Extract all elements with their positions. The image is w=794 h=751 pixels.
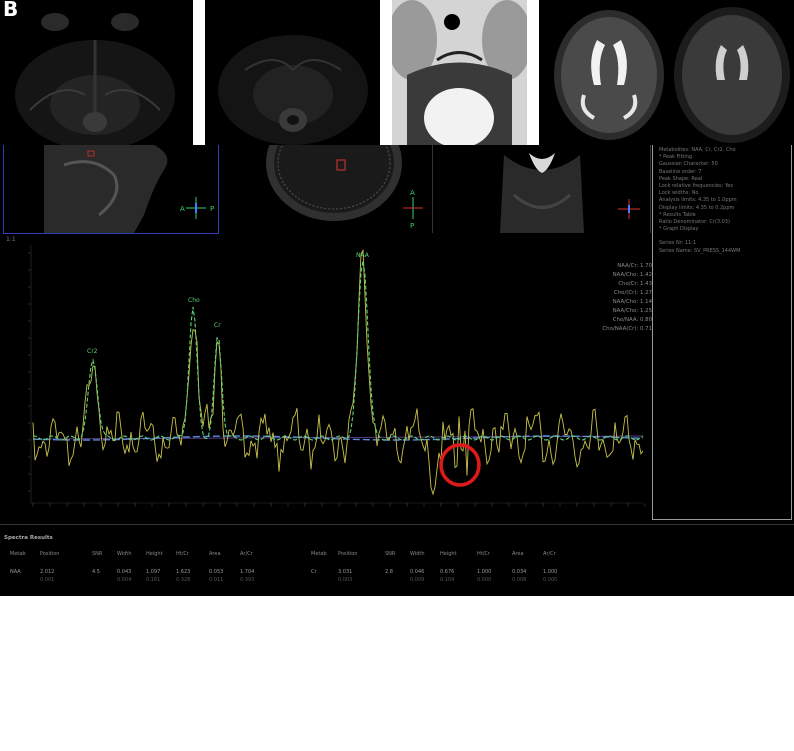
ratio-item: Cho/NAA(Cr): 0.71: [602, 326, 652, 332]
results-cell: 0.004: [117, 577, 132, 583]
info-line: Display limits: 4.35 to 0.2ppm: [659, 204, 735, 211]
results-cell: 1.000: [477, 569, 492, 575]
results-cell: Metab: [10, 551, 26, 557]
results-cell: 0.053: [209, 569, 224, 575]
info-line: * Results Table: [659, 211, 696, 218]
results-title: Spectra Results: [4, 535, 53, 541]
image-divider: [527, 0, 539, 145]
results-cell: Position: [40, 551, 60, 557]
orientation-crosshair-icon: [403, 197, 423, 219]
results-cell: Ar/Cr: [240, 551, 253, 557]
spectra-results-section: [0, 524, 794, 596]
results-cell: Ht/Cr: [176, 551, 189, 557]
results-cell: 0.034: [512, 569, 527, 575]
results-cell: 0.011: [209, 577, 224, 583]
info-line: Ratio Denominator: Cr(3.03): [659, 219, 730, 226]
info-line: * Graph Display: [659, 226, 699, 233]
mrs-viewer-screenshot: B A P A P Metabolites: NAA, Cr, Cr2, Cho…: [0, 0, 794, 596]
results-cell: Width: [117, 551, 132, 557]
results-cell: 0.000: [477, 577, 492, 583]
info-line: Metabolites: NAA, Cr, Cr2, Cho: [659, 147, 736, 153]
results-cell: SNR: [92, 551, 103, 557]
info-line: * Peak Fitting: [659, 154, 693, 161]
results-cell: 0.043: [117, 569, 132, 575]
results-cell: Area: [512, 551, 524, 557]
results-cell: Height: [440, 551, 457, 557]
info-line: Lock relative frequencies: Yes: [659, 183, 733, 190]
results-cell: 1.704: [240, 569, 255, 575]
info-line: Analysis limits: 4.35 to 1.0ppm: [659, 197, 737, 204]
results-cell: 0.104: [440, 577, 455, 583]
results-cell: 0.000: [543, 577, 558, 583]
ratio-item: Cho/NAA: 0.80: [612, 317, 652, 323]
series-label: 1:1: [6, 236, 16, 243]
sagittal-viewport[interactable]: A P: [3, 145, 219, 234]
results-cell: 1.097: [146, 569, 161, 575]
results-cell: 0.328: [176, 577, 191, 583]
results-cell: Position: [338, 551, 358, 557]
orientation-crosshair-icon: [186, 197, 206, 219]
results-cell: 0.161: [146, 577, 161, 583]
info-line: Series Name: SV_PRESS_144WM: [659, 247, 741, 254]
results-cell: Width: [410, 551, 425, 557]
mri-axial-view-1: [0, 0, 193, 145]
image-divider: [380, 0, 392, 145]
info-line: Lock widths: No: [659, 190, 699, 197]
ratio-item: NAA/Cho: 1.14: [612, 299, 652, 305]
processing-parameters-panel: Metabolites: NAA, Cr, Cr2, Cho * Peak Fi…: [652, 145, 792, 520]
orientation-label-posterior: P: [410, 222, 415, 230]
orientation-label-posterior: P: [210, 205, 215, 213]
orientation-crosshair-icon: [618, 199, 640, 219]
results-cell: 1.623: [176, 569, 191, 575]
info-line: Series Nr: 11:1: [659, 240, 697, 247]
results-cell: 0.003: [338, 577, 353, 583]
image-divider: [193, 0, 205, 145]
orientation-label-anterior: A: [180, 205, 185, 213]
results-cell: SNR: [385, 551, 396, 557]
results-cell: 0.046: [410, 569, 425, 575]
results-cell: NAA: [10, 569, 21, 575]
info-line: Peak Shape: Real: [659, 175, 703, 182]
results-cell: 0.008: [512, 577, 527, 583]
peak-label-cr: Cr: [214, 322, 221, 329]
ratio-item: NAA/Cho: 1.25: [612, 308, 652, 314]
results-cell: 1.000: [543, 569, 558, 575]
results-cell: 2.8: [385, 569, 393, 575]
panel-label: B: [3, 0, 19, 21]
results-cell: 0.393: [240, 577, 255, 583]
ratio-item: NAA/Cr: 1.70: [617, 263, 652, 269]
results-cell: Metab: [311, 551, 327, 557]
results-cell: 2.012: [40, 569, 55, 575]
mri-axial-view-4: [539, 0, 794, 145]
mri-axial-view-2: [205, 0, 380, 145]
peak-label-cr2: Cr2: [87, 348, 98, 355]
results-cell: 0.009: [410, 577, 425, 583]
peak-label-naa: NAA: [356, 252, 370, 259]
peak-label-cho: Cho: [188, 297, 200, 304]
orientation-label-anterior: A: [410, 189, 415, 197]
mri-axial-view-3: [392, 0, 527, 145]
info-line: [659, 233, 785, 240]
results-cell: 3.031: [338, 569, 353, 575]
results-cell: 0.676: [440, 569, 455, 575]
ratio-item: Cho/(Cr): 1.27: [613, 290, 652, 296]
results-cell: Area: [209, 551, 221, 557]
results-cell: Height: [146, 551, 163, 557]
ratio-item: Cho/Cr: 1.43: [618, 281, 652, 287]
results-cell: Ar/Cr: [543, 551, 556, 557]
info-line: Gaussian Character: 50: [659, 161, 718, 168]
results-cell: 0.001: [40, 577, 55, 583]
info-line: Baseline order: 7: [659, 168, 702, 175]
coronal-viewport[interactable]: [434, 145, 651, 233]
results-cell: Ht/Cr: [477, 551, 490, 557]
results-cell: Cr: [311, 569, 317, 575]
mr-spectrum-plot[interactable]: Cr2 Cho Cr NAA: [3, 235, 651, 520]
metabolite-ratios: NAA/Cr: 1.70 NAA/Cho: 1.42 Cho/Cr: 1.43 …: [560, 262, 652, 334]
axial-viewport[interactable]: A P: [219, 145, 433, 233]
ratio-item: NAA/Cho: 1.42: [612, 272, 652, 278]
results-cell: 4.5: [92, 569, 100, 575]
